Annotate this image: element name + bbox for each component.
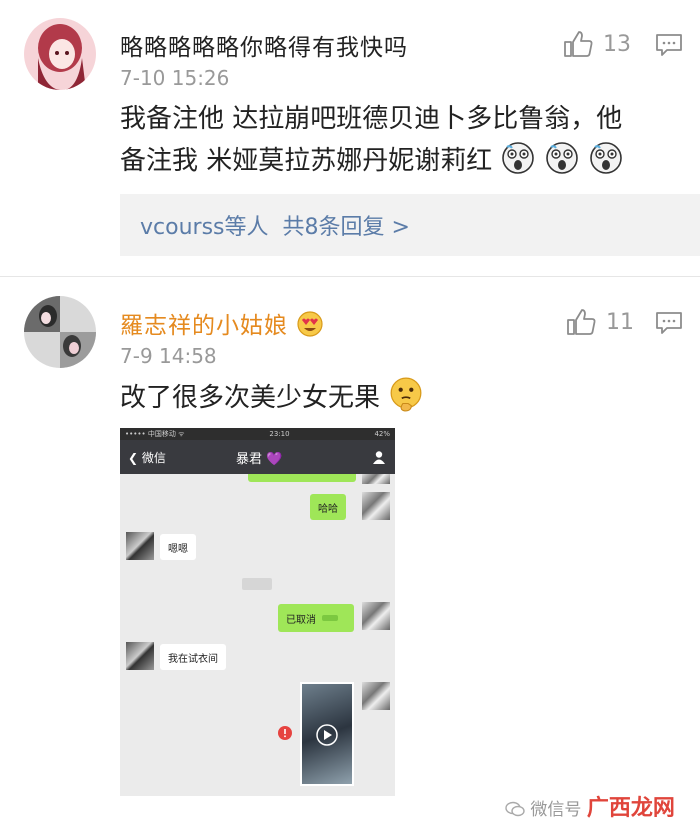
reply-icon[interactable] — [655, 33, 683, 57]
message-bubble: 已取消 — [278, 604, 354, 632]
replies-user: vcourss等人 — [140, 215, 269, 240]
comment-text-line1: 我备注他 达拉崩吧班德贝迪卜多比鲁翁，他 — [120, 104, 623, 134]
message-text: 嗯嗯 — [168, 543, 188, 555]
chat-title-text: 暴君 — [236, 452, 263, 467]
comment-text: 改了很多次美少女无果 — [120, 376, 426, 420]
battery-text: 42% — [374, 430, 390, 438]
username[interactable]: 略略略略略你略得有我快吗 — [120, 28, 408, 62]
scared-face-icon — [545, 142, 578, 174]
avatar — [126, 642, 154, 670]
error-icon — [278, 726, 292, 740]
heart-icon: 💜 — [266, 452, 283, 467]
comment-text-line2: 备注我 米娅莫拉苏娜丹妮谢莉红 — [120, 140, 625, 183]
message-text: 我在试衣间 — [168, 653, 218, 665]
comment-text-line2-content: 备注我 米娅莫拉苏娜丹妮谢莉红 — [120, 146, 493, 176]
timestamp: 7-10 15:26 — [120, 66, 230, 90]
replies-link[interactable]: vcourss等人 共8条回复 > — [120, 194, 700, 256]
like-button[interactable]: 13 — [563, 30, 631, 58]
wechat-icon — [505, 801, 525, 817]
username[interactable]: 羅志祥的小姑娘 — [120, 306, 324, 340]
chat-nav-bar: ❮ 微信 暴君 💜 — [120, 440, 395, 474]
message-bubble: 嗯嗯 — [160, 534, 196, 560]
thumbs-up-icon — [564, 31, 593, 57]
avatar — [362, 474, 390, 484]
scared-face-icon — [501, 142, 534, 174]
watermark: 微信号 广西龙网 — [505, 790, 675, 822]
thumbs-up-icon — [567, 309, 596, 335]
divider — [0, 276, 700, 277]
time-divider — [242, 578, 272, 590]
video-message — [300, 682, 354, 786]
like-count: 11 — [606, 309, 634, 335]
replies-count: 共8条回复 > — [282, 215, 410, 240]
watermark-text: 微信号 — [530, 800, 582, 820]
message-text: 哈哈 — [318, 503, 338, 515]
back-label: 微信 — [141, 451, 166, 465]
avatar — [362, 492, 390, 520]
like-button[interactable]: 11 — [566, 308, 634, 336]
avatar[interactable] — [24, 296, 96, 368]
comment-text-content: 改了很多次美少女无果 — [120, 383, 381, 413]
thinking-face-icon — [390, 377, 422, 412]
timestamp: 7-9 14:58 — [120, 344, 217, 368]
watermark-brand: 广西龙网 — [586, 796, 675, 821]
avatar — [362, 682, 390, 710]
carrier-text: ••••• 中国移动 ᯤ — [125, 430, 185, 438]
message-text: 已取消 — [286, 614, 316, 626]
message-bubble: 哈哈 — [310, 494, 346, 520]
message-bubble: 我在试衣间 — [160, 644, 226, 670]
play-icon — [316, 724, 338, 746]
profile-icon — [373, 451, 385, 464]
chat-screenshot-image[interactable]: ••••• 中国移动 ᯤ 23:10 42% ❮ 微信 暴君 💜 哈哈 嗯嗯 已… — [120, 428, 395, 796]
message-bubble-partial — [248, 474, 356, 482]
clock-text: 23:10 — [269, 430, 290, 438]
back-button: ❮ 微信 — [128, 451, 166, 465]
like-count: 13 — [603, 31, 631, 57]
avatar[interactable] — [24, 18, 96, 90]
heart-eyes-icon — [297, 311, 323, 337]
avatar — [126, 532, 154, 560]
phone-status-bar: ••••• 中国移动 ᯤ 23:10 42% — [120, 428, 395, 440]
chat-title: 暴君 💜 — [236, 448, 282, 467]
reply-icon[interactable] — [655, 311, 683, 335]
username-text: 羅志祥的小姑娘 — [120, 313, 288, 339]
avatar — [362, 602, 390, 630]
scared-face-icon — [590, 142, 622, 174]
